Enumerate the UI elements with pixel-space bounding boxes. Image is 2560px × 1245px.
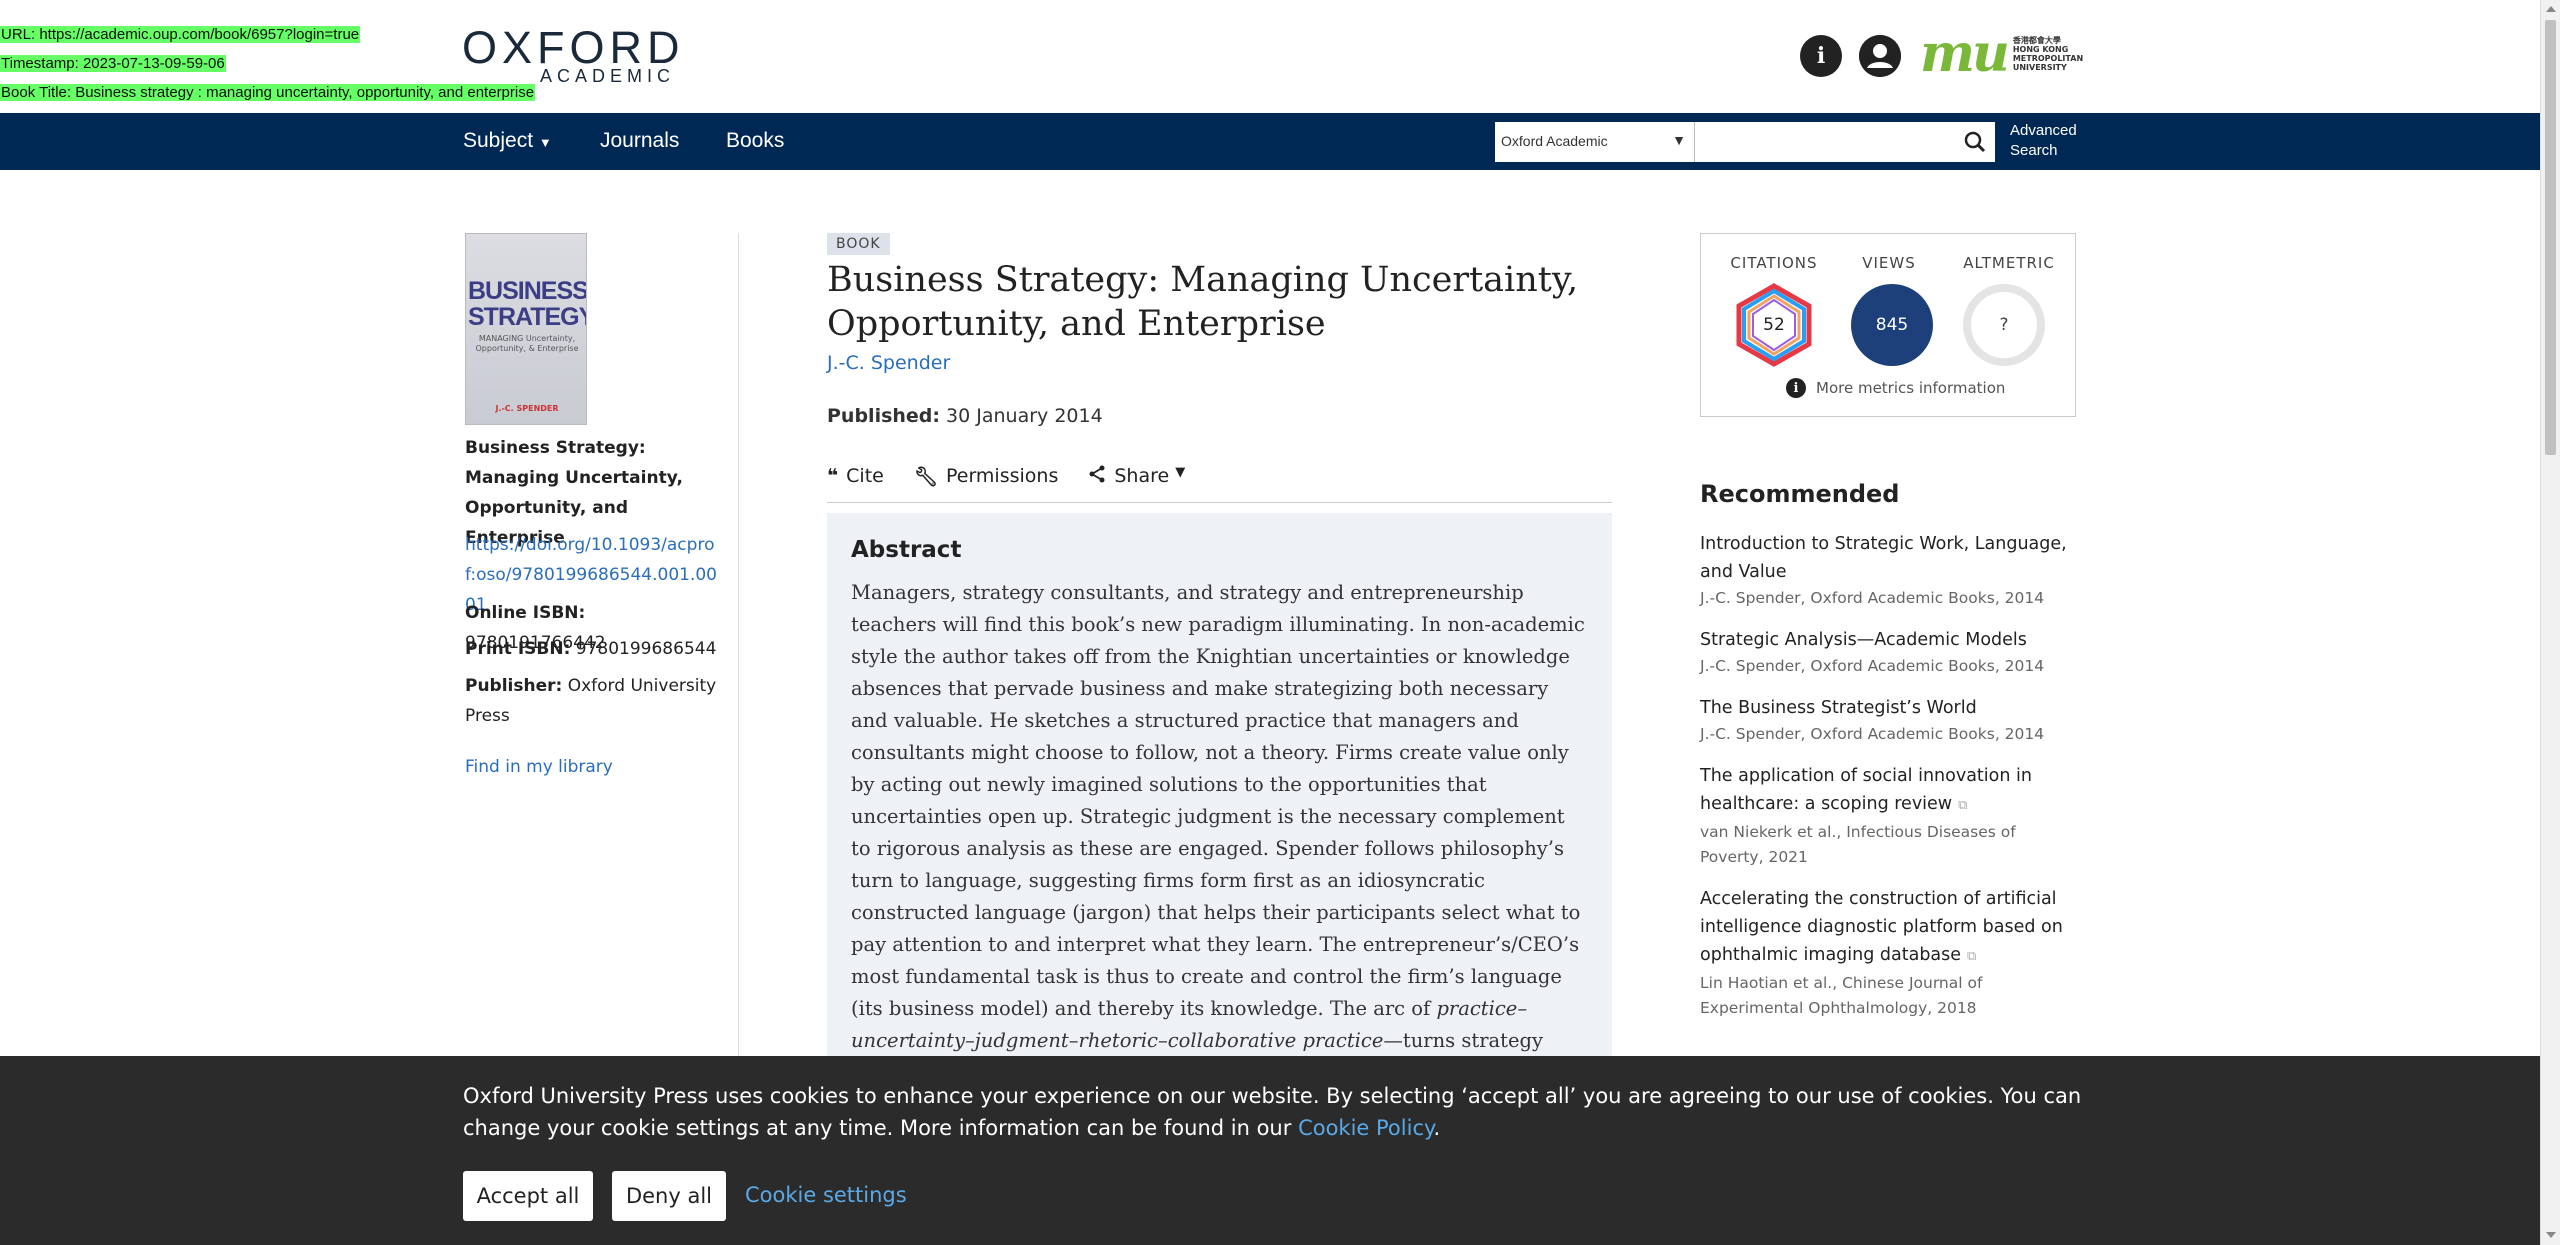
logo-academic: ACADEMIC — [540, 66, 676, 86]
altmetric-badge[interactable]: ? — [1963, 284, 2045, 366]
chevron-down-icon: ▼ — [1672, 132, 1686, 148]
chevron-down-icon: ▼ — [1175, 465, 1186, 480]
advanced-search-link[interactable]: Advanced Search — [2010, 121, 2077, 161]
recommended-source: J.-C. Spender, Oxford Academic Books, 20… — [1700, 657, 2045, 675]
accept-all-button[interactable]: Accept all — [463, 1171, 593, 1221]
list-item[interactable]: The application of social innovation in … — [1700, 762, 2080, 870]
info-icon: i — [1786, 378, 1806, 398]
overlay-timestamp: Timestamp: 2023-07-13-09-59-06 — [0, 55, 226, 72]
recommended-title[interactable]: Introduction to Strategic Work, Language… — [1700, 530, 2080, 586]
page-title: Business Strategy: Managing Uncertainty,… — [827, 260, 1579, 344]
content-type-badge: BOOK — [827, 233, 890, 255]
cookie-settings-link[interactable]: Cookie settings — [745, 1183, 907, 1207]
search-icon[interactable] — [1955, 122, 1995, 162]
scroll-down-icon[interactable] — [2546, 1232, 2556, 1238]
cover-author: J.-C. SPENDER — [495, 404, 559, 413]
list-item[interactable]: The Business Strategist’s World J.-C. Sp… — [1700, 694, 2080, 747]
column-divider — [738, 233, 739, 1063]
institution-logo[interactable]: mu 香港都會大學 HONG KONG METROPOLITAN UNIVERS… — [1920, 23, 2084, 84]
quote-icon: ❝ — [827, 465, 839, 487]
recommended-title[interactable]: The application of social innovation in … — [1700, 762, 2080, 820]
institution-logo-text: 香港都會大學 HONG KONG METROPOLITAN UNIVERSITY — [2012, 36, 2084, 72]
abstract-text: Managers, strategy consultants, and stra… — [851, 581, 1585, 1073]
cookie-policy-link[interactable]: Cookie Policy — [1298, 1116, 1433, 1140]
cover-title: BUSINESS STRATEGY — [468, 277, 587, 331]
publisher: Publisher: Oxford University Press — [465, 676, 717, 726]
abstract-heading: Abstract — [851, 537, 962, 563]
cover-subtitle: MANAGING Uncertainty, Opportunity, & Ent… — [475, 334, 579, 353]
nav-books[interactable]: Books — [726, 129, 784, 153]
recommended-source: van Niekerk et al., Infectious Diseases … — [1700, 823, 2016, 866]
citations-badge[interactable]: 52 — [1733, 283, 1815, 367]
nav-journals[interactable]: Journals — [600, 129, 679, 153]
site-header: URL: https://academic.oup.com/book/6957?… — [0, 0, 2540, 113]
list-item[interactable]: Introduction to Strategic Work, Language… — [1700, 530, 2080, 611]
wrench-icon: 🔧︎ — [913, 466, 938, 488]
views-label: VIEWS — [1862, 254, 1916, 272]
cookie-message: Oxford University Press uses cookies to … — [463, 1084, 2082, 1140]
recommended-list: Introduction to Strategic Work, Language… — [1700, 530, 2080, 1036]
permissions-button[interactable]: 🔧︎ Permissions — [914, 465, 1059, 502]
screenshot-overlay: URL: https://academic.oup.com/book/6957?… — [0, 20, 536, 107]
external-link-icon: ⧉ — [1958, 798, 1968, 813]
published-date: Published: 30 January 2014 — [827, 405, 1103, 427]
article-toolbar: ❝ Cite 🔧︎ Permissions Share ▼ — [827, 465, 1612, 503]
views-badge[interactable]: 845 — [1851, 284, 1933, 366]
deny-all-button[interactable]: Deny all — [612, 1171, 726, 1221]
altmetric-label: ALTMETRIC — [1963, 254, 2055, 272]
recommended-source: J.-C. Spender, Oxford Academic Books, 20… — [1700, 725, 2045, 743]
print-isbn: Print ISBN: 9780199686544 — [465, 639, 717, 659]
author-link[interactable]: J.-C. Spender — [827, 352, 950, 374]
nav-subject[interactable]: Subject ▼ — [463, 129, 552, 153]
cite-button[interactable]: ❝ Cite — [827, 465, 884, 502]
account-icon[interactable] — [1859, 35, 1901, 77]
search-bar: Oxford Academic ▼ — [1495, 122, 1995, 162]
list-item[interactable]: Strategic Analysis—Academic Models J.-C.… — [1700, 626, 2080, 679]
recommended-source: J.-C. Spender, Oxford Academic Books, 20… — [1700, 589, 2045, 607]
recommended-heading: Recommended — [1700, 480, 1900, 508]
metrics-panel: CITATIONS VIEWS ALTMETRIC 52 845 ? i Mor… — [1700, 233, 2076, 417]
scroll-up-icon[interactable] — [2546, 6, 2556, 12]
overlay-book-title: Book Title: Business strategy : managing… — [0, 84, 536, 101]
share-button[interactable]: Share ▼ — [1088, 465, 1185, 502]
institution-logo-mark: mu — [1920, 23, 2010, 84]
scrollbar-thumb[interactable] — [2545, 20, 2556, 455]
more-metrics-link[interactable]: i More metrics information — [1786, 378, 2005, 398]
search-input[interactable] — [1695, 122, 1955, 162]
cookie-banner: Oxford University Press uses cookies to … — [0, 1056, 2540, 1245]
recommended-title[interactable]: The Business Strategist’s World — [1700, 694, 2080, 722]
book-cover[interactable]: BUSINESS STRATEGY MANAGING Uncertainty, … — [465, 233, 587, 425]
vertical-scrollbar[interactable] — [2540, 0, 2560, 1245]
recommended-title[interactable]: Strategic Analysis—Academic Models — [1700, 626, 2080, 654]
list-item[interactable]: Accelerating the construction of artific… — [1700, 885, 2080, 1021]
info-icon[interactable]: i — [1800, 35, 1842, 77]
overlay-url: URL: https://academic.oup.com/book/6957?… — [0, 26, 361, 43]
find-in-library-link[interactable]: Find in my library — [465, 752, 720, 782]
citations-label: CITATIONS — [1730, 254, 1818, 272]
abstract-section: Abstract Managers, strategy consultants,… — [827, 513, 1612, 1073]
recommended-source: Lin Haotian et al., Chinese Journal of E… — [1700, 974, 1983, 1017]
external-link-icon: ⧉ — [1967, 949, 1977, 964]
share-icon — [1088, 465, 1106, 488]
oxford-academic-logo[interactable]: OXFORD ACADEMIC — [462, 22, 685, 87]
search-scope-select[interactable]: Oxford Academic ▼ — [1495, 122, 1695, 162]
main-navigation: Subject ▼ Journals Books Oxford Academic… — [0, 113, 2540, 170]
recommended-title[interactable]: Accelerating the construction of artific… — [1700, 885, 2080, 971]
logo-oxford: OXFORD — [462, 22, 685, 73]
